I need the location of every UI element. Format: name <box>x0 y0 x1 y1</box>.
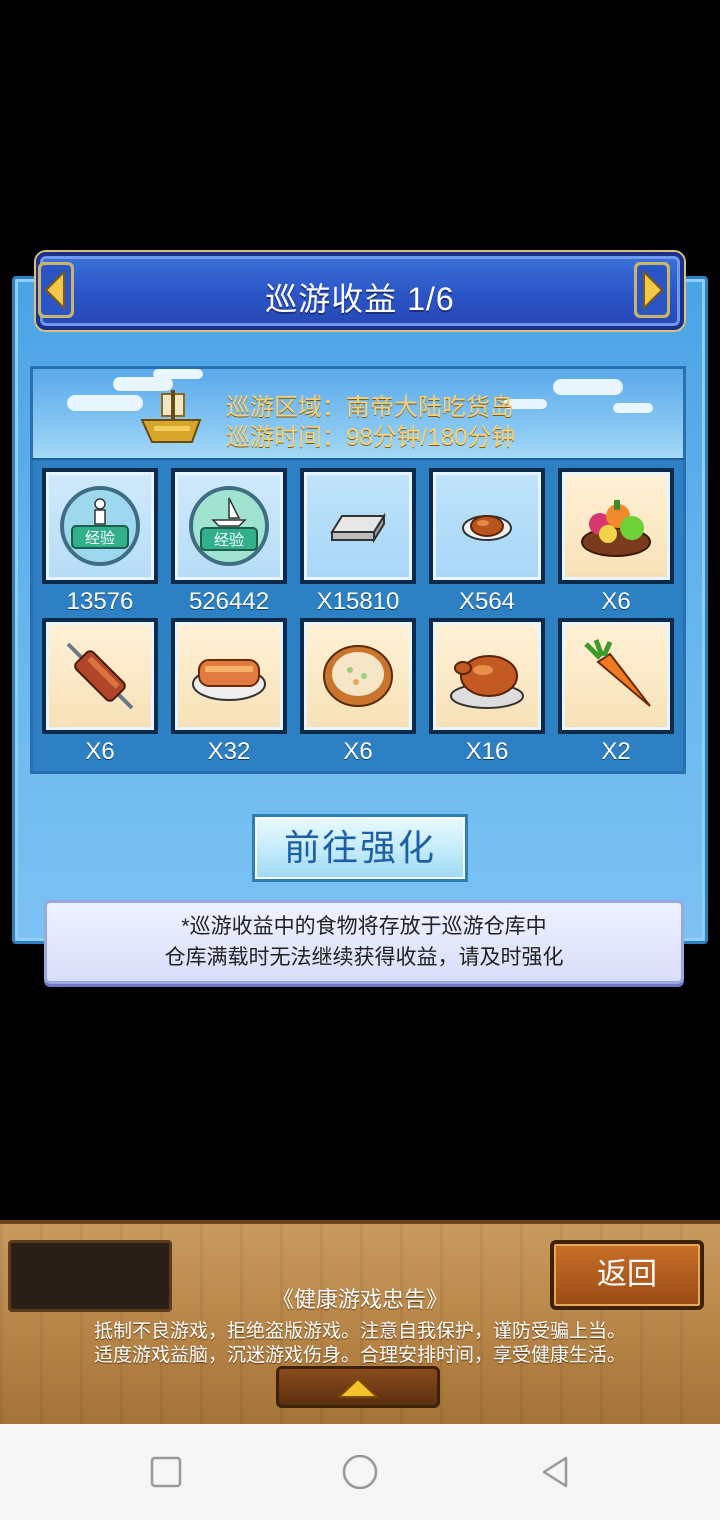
reward-qty: X564 <box>458 588 516 615</box>
storage-notice: *巡游收益中的食物将存放于巡游仓库中 仓库满载时无法继续获得收益，请及时强化 <box>44 900 684 984</box>
health-advice-line-2: 适度游戏益脑，沉迷游戏伤身。合理安排时间，享受健康生活。 <box>93 1345 626 1366</box>
carrot-icon <box>584 639 651 707</box>
reward-qty: X6 <box>343 738 373 765</box>
square-icon <box>150 1456 182 1488</box>
reward-slot[interactable] <box>300 618 416 734</box>
reward-slot[interactable]: 经验 <box>171 468 287 584</box>
reward-qty: 13576 <box>66 588 134 615</box>
reward-slot[interactable] <box>429 618 545 734</box>
home-button[interactable] <box>340 1452 380 1492</box>
reward-slot[interactable] <box>171 618 287 734</box>
back-nav-button[interactable] <box>536 1452 576 1492</box>
title-bar: 巡游收益 1/6 <box>36 252 684 330</box>
circle-icon <box>342 1454 378 1490</box>
reward-slot[interactable] <box>429 468 545 584</box>
reward-slot[interactable]: 经验 <box>42 468 158 584</box>
expand-menu-button[interactable] <box>276 1366 440 1408</box>
reward-qty: X16 <box>465 738 509 765</box>
svg-text:经验: 经验 <box>214 531 244 549</box>
svg-text:经验: 经验 <box>85 529 115 547</box>
page-title: 巡游收益 1/6 <box>265 281 455 317</box>
reward-qty: X2 <box>601 738 631 765</box>
cruise-time-text: 巡游时间：98分钟/180分钟 <box>226 424 516 451</box>
roast-meat-icon <box>462 515 512 541</box>
reward-slot[interactable] <box>42 618 158 734</box>
health-advice-line-1: 抵制不良游戏，拒绝盗版游戏。注意自我保护，谨防受骗上当。 <box>93 1321 626 1342</box>
reward-qty: 526442 <box>188 588 270 615</box>
reward-qty: X32 <box>207 738 251 765</box>
notice-line-1: *巡游收益中的食物将存放于巡游仓库中 <box>181 915 547 938</box>
next-page-button[interactable] <box>634 262 670 318</box>
triangle-back-icon <box>542 1456 568 1488</box>
grilled-fish-icon <box>192 659 266 701</box>
roast-chicken-icon <box>450 655 524 709</box>
notice-line-2: 仓库满载时无法继续获得收益，请及时强化 <box>164 946 564 969</box>
reward-qty: X6 <box>85 738 115 765</box>
recent-apps-button[interactable] <box>146 1452 186 1492</box>
go-strengthen-button[interactable]: 前往强化 <box>252 814 468 882</box>
reward-qty: X15810 <box>316 588 400 615</box>
reward-slot[interactable] <box>558 468 674 584</box>
silver-bar-icon <box>330 512 386 544</box>
meat-skewer-icon <box>66 642 134 710</box>
reward-slot[interactable] <box>558 618 674 734</box>
fruit-basket-icon <box>581 500 651 557</box>
reward-qty: X6 <box>601 588 631 615</box>
chevron-up-icon <box>336 1377 380 1398</box>
health-advice-title: 《健康游戏忠告》 <box>271 1287 448 1312</box>
exp-person-icon: 经验 <box>60 486 140 566</box>
exp-ship-icon: 经验 <box>189 486 269 566</box>
chevron-left-icon <box>38 262 74 318</box>
reward-slot[interactable] <box>300 468 416 584</box>
chevron-right-icon <box>634 262 670 318</box>
prev-page-button[interactable] <box>38 262 74 318</box>
golden-ship-icon <box>140 390 204 448</box>
soup-bowl-icon <box>323 645 393 707</box>
